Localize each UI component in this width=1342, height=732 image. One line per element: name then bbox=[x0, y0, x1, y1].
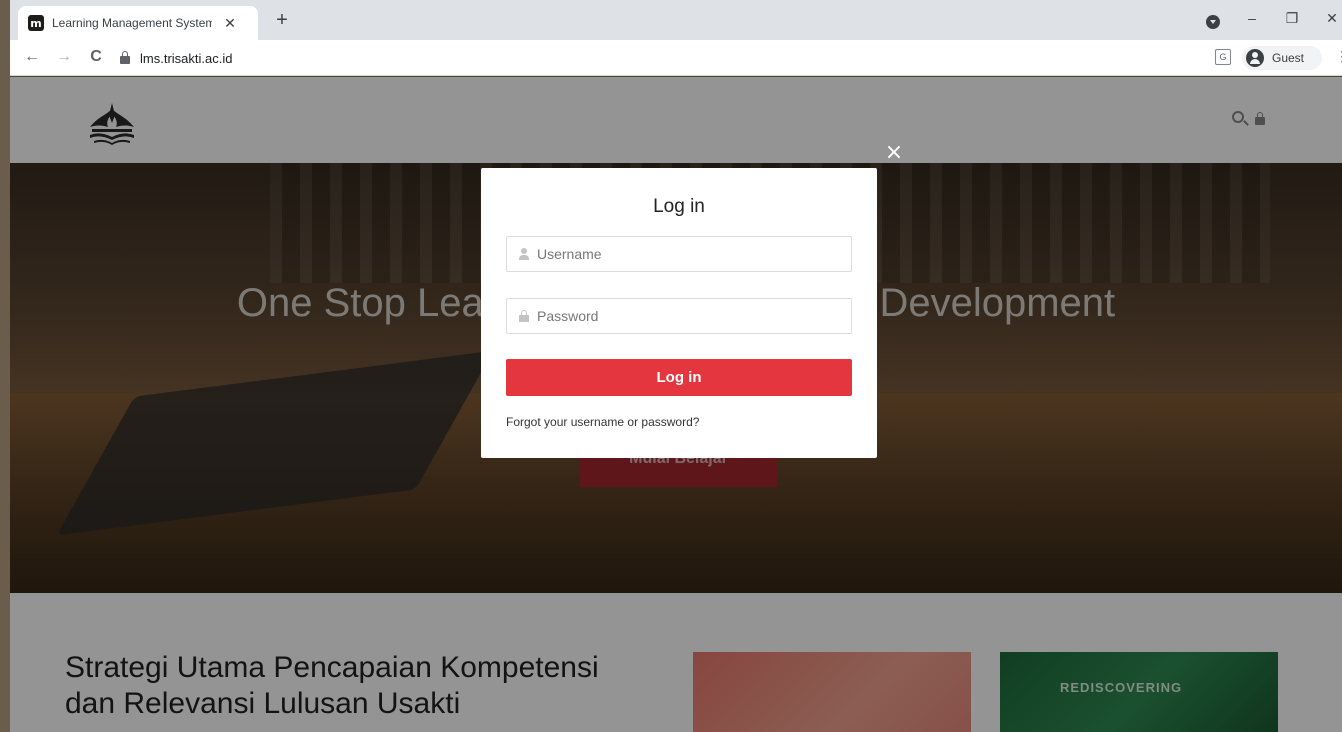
lock-icon bbox=[519, 309, 529, 322]
secure-lock-icon[interactable] bbox=[120, 51, 130, 64]
forgot-password-link[interactable]: Forgot your username or password? bbox=[506, 415, 699, 429]
password-input[interactable] bbox=[537, 308, 837, 324]
forward-button[interactable]: → bbox=[54, 48, 74, 66]
browser-tab-bar: m Learning Management System U ✕ + – ❐ ✕ bbox=[10, 0, 1342, 40]
user-icon bbox=[519, 248, 529, 260]
tab-search-icon[interactable] bbox=[1206, 15, 1220, 29]
restore-button[interactable]: ❐ bbox=[1282, 10, 1302, 27]
window-close-button[interactable]: ✕ bbox=[1322, 10, 1342, 27]
profile-label: Guest bbox=[1272, 51, 1305, 65]
username-input[interactable] bbox=[537, 246, 837, 262]
profile-avatar-icon bbox=[1246, 49, 1264, 67]
new-tab-button[interactable]: + bbox=[272, 10, 292, 30]
browser-toolbar: ← → C lms.trisakti.ac.id G Guest ⋮ bbox=[10, 40, 1342, 76]
address-bar[interactable]: lms.trisakti.ac.id bbox=[110, 45, 1200, 71]
url-text[interactable]: lms.trisakti.ac.id bbox=[140, 51, 232, 66]
login-modal: Log in Log in Forgot your username or pa… bbox=[481, 168, 877, 458]
login-button[interactable]: Log in bbox=[506, 359, 852, 396]
browser-tab[interactable]: m Learning Management System U ✕ bbox=[18, 6, 258, 40]
username-field[interactable] bbox=[506, 236, 852, 272]
desktop-edge bbox=[0, 0, 10, 732]
profile-button[interactable]: Guest bbox=[1242, 46, 1322, 70]
back-button[interactable]: ← bbox=[22, 48, 42, 66]
tab-close-icon[interactable]: ✕ bbox=[222, 15, 238, 32]
modal-close-icon[interactable]: × bbox=[884, 142, 904, 164]
screen: m Learning Management System U ✕ + – ❐ ✕… bbox=[0, 0, 1342, 732]
browser-menu-icon[interactable]: ⋮ bbox=[1335, 48, 1342, 65]
password-field[interactable] bbox=[506, 298, 852, 334]
reload-button[interactable]: C bbox=[86, 48, 106, 66]
translate-icon[interactable]: G bbox=[1215, 49, 1231, 65]
web-page: One Stop Learning for Competence Develop… bbox=[10, 77, 1342, 732]
login-title: Log in bbox=[653, 196, 705, 217]
tab-title: Learning Management System U bbox=[52, 16, 212, 30]
moodle-favicon-icon: m bbox=[28, 15, 44, 31]
minimize-button[interactable]: – bbox=[1242, 10, 1262, 26]
